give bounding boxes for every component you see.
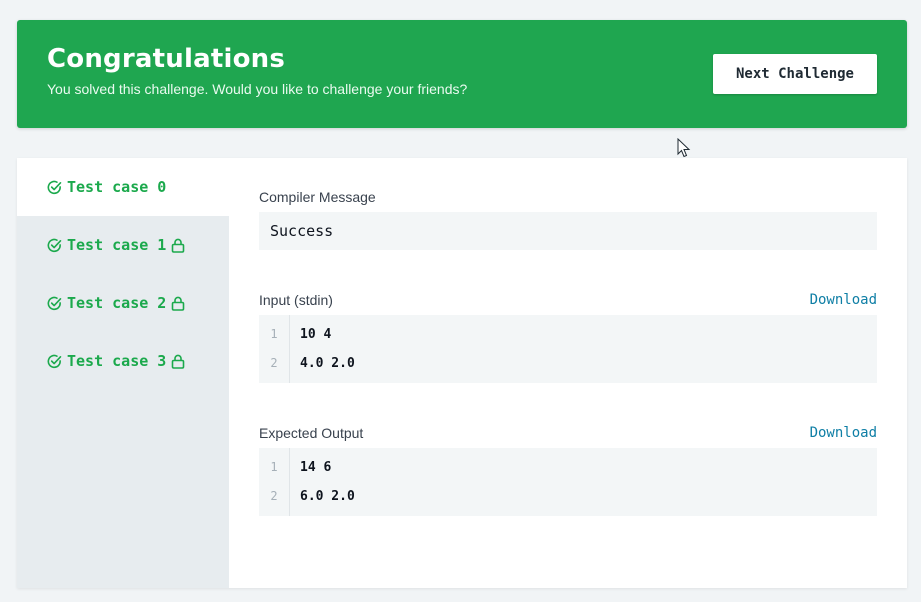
lock-icon: [172, 238, 185, 253]
check-circle-icon: [47, 354, 62, 368]
test-case-label: Test case 1: [67, 236, 167, 254]
input-label: Input (stdin): [259, 292, 333, 308]
check-circle-icon: [47, 180, 62, 194]
expected-output-label: Expected Output: [259, 425, 364, 441]
compiler-message-box: Success: [259, 212, 877, 250]
line-number: 1: [270, 460, 278, 474]
sidebar-item-test-case-0[interactable]: Test case 0: [17, 158, 229, 216]
expected-output-code-box: 1 14 6 2 6.0 2.0: [259, 448, 877, 516]
input-code-box: 1 10 4 2 4.0 2.0: [259, 315, 877, 383]
check-circle-icon: [47, 238, 62, 252]
test-case-label: Test case 2: [67, 294, 167, 312]
lock-icon: [172, 354, 185, 369]
banner-subtitle: You solved this challenge. Would you lik…: [47, 81, 468, 97]
line-number: 2: [270, 356, 278, 370]
test-case-label: Test case 3: [67, 352, 167, 370]
test-case-label: Test case 0: [67, 178, 167, 196]
check-circle-icon: [47, 296, 62, 310]
mouse-cursor-icon: [677, 138, 691, 158]
sidebar-item-test-case-3[interactable]: Test case 3: [17, 332, 229, 390]
success-banner: Congratulations You solved this challeng…: [17, 20, 907, 128]
line-number: 2: [270, 489, 278, 503]
sidebar-item-test-case-2[interactable]: Test case 2: [17, 274, 229, 332]
code-line: 14 6: [300, 460, 332, 475]
line-number-gutter: [259, 448, 290, 516]
lock-icon: [172, 296, 185, 311]
expected-output-download-link[interactable]: Download: [810, 425, 877, 441]
compiler-message-label: Compiler Message: [259, 189, 376, 205]
sidebar-item-test-case-1[interactable]: Test case 1: [17, 216, 229, 274]
code-line: 4.0 2.0: [300, 356, 355, 371]
code-line: 10 4: [300, 327, 332, 342]
next-challenge-button[interactable]: Next Challenge: [713, 54, 877, 94]
line-number-gutter: [259, 315, 290, 383]
input-download-link[interactable]: Download: [810, 292, 877, 308]
line-number: 1: [270, 327, 278, 341]
banner-title: Congratulations: [47, 44, 286, 74]
test-case-sidebar: Test case 0 Test case 1 Test case 2 Test…: [17, 158, 229, 588]
test-results-panel: Test case 0 Test case 1 Test case 2 Test…: [17, 158, 907, 588]
code-line: 6.0 2.0: [300, 489, 355, 504]
